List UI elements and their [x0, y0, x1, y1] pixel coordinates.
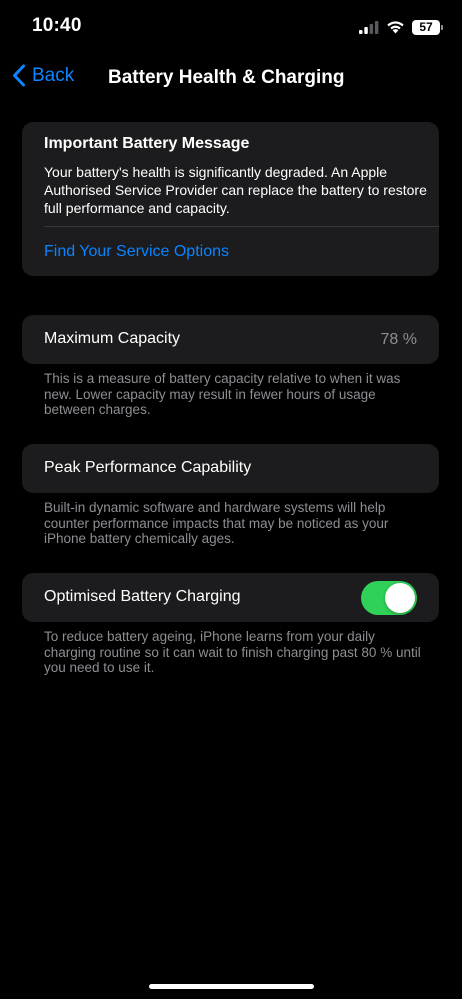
peak-performance-row[interactable]: Peak Performance Capability	[22, 444, 439, 493]
battery-level: 57	[419, 19, 433, 34]
maximum-capacity-value: 78 %	[380, 331, 417, 348]
back-button-label: Back	[32, 64, 75, 86]
maximum-capacity-label: Maximum Capacity	[44, 330, 181, 347]
message-divider	[44, 226, 439, 227]
back-button[interactable]: Back	[12, 64, 74, 87]
optimised-charging-row: Optimised Battery Charging	[22, 573, 439, 622]
optimised-charging-toggle[interactable]	[361, 581, 417, 615]
battery-message-card: Important Battery Message Your battery's…	[22, 122, 439, 276]
optimised-charging-label: Optimised Battery Charging	[44, 588, 241, 605]
message-title: Important Battery Message	[44, 135, 250, 152]
home-indicator[interactable]	[149, 984, 314, 989]
status-bar: 10:40 57	[0, 0, 462, 56]
peak-performance-note: Built-in dynamic software and hardware s…	[44, 500, 389, 546]
message-body: Your battery's health is significantly d…	[44, 164, 427, 216]
maximum-capacity-note: This is a measure of battery capacity re…	[44, 371, 401, 417]
maximum-capacity-row: Maximum Capacity 78 %	[22, 315, 439, 364]
toggle-knob	[385, 583, 415, 613]
nav-bar: Back Battery Health & Charging	[0, 56, 462, 100]
page-title: Battery Health & Charging	[108, 67, 345, 88]
optimised-charging-note: To reduce battery ageing, iPhone learns …	[44, 629, 421, 675]
status-time: 10:40	[32, 15, 82, 36]
signal-icon	[359, 20, 379, 34]
chevron-left-icon	[13, 64, 25, 87]
wifi-icon	[387, 21, 404, 34]
find-service-options-link[interactable]: Find Your Service Options	[44, 243, 229, 261]
status-icons: 57	[359, 18, 443, 36]
battery-icon: 57	[412, 19, 443, 35]
peak-performance-label: Peak Performance Capability	[44, 459, 252, 476]
